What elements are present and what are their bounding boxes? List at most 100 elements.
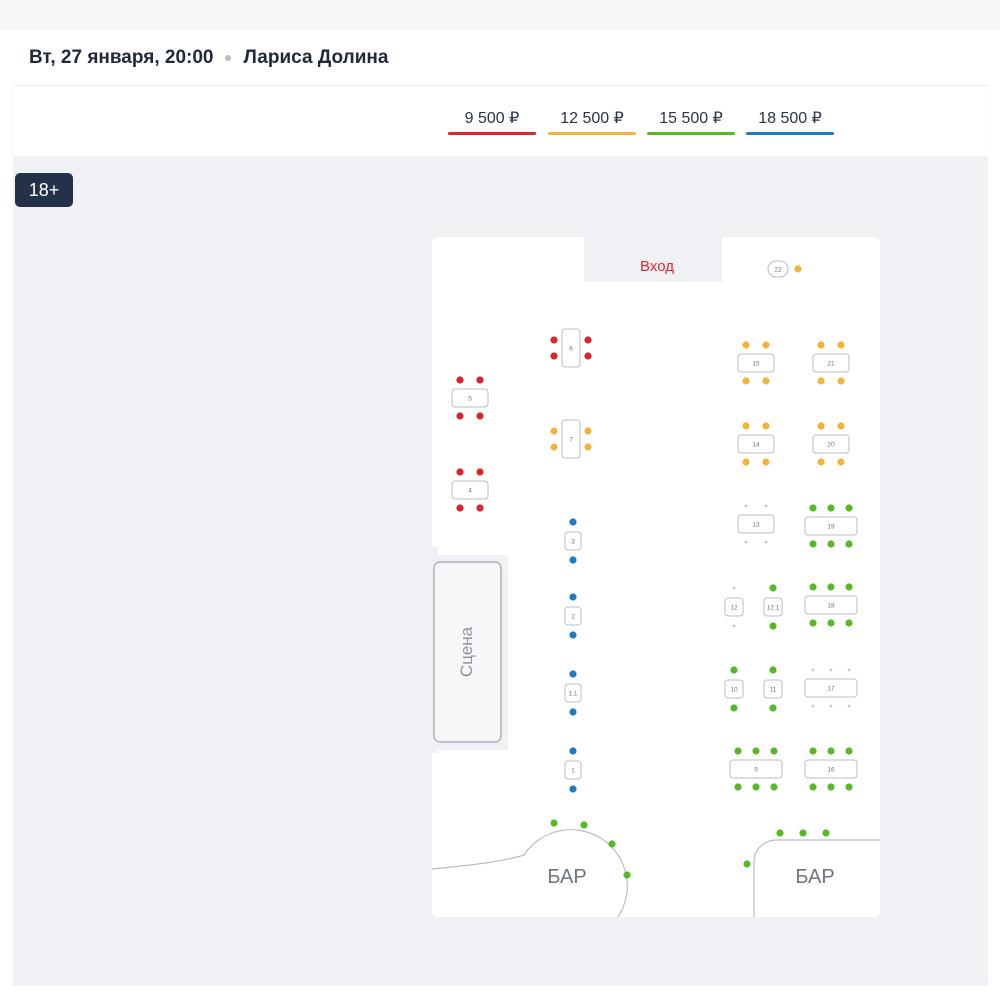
seat[interactable]	[837, 422, 845, 430]
table-9[interactable]: 9	[729, 747, 783, 791]
seat[interactable]	[569, 747, 577, 755]
seat[interactable]	[817, 377, 825, 385]
seat[interactable]	[809, 747, 817, 755]
seat[interactable]	[845, 540, 853, 548]
seat[interactable]	[827, 540, 835, 548]
table-16[interactable]: 16	[804, 747, 858, 791]
bar-seat[interactable]	[550, 819, 558, 827]
seat[interactable]	[569, 670, 577, 678]
seat[interactable]	[845, 747, 853, 755]
seat[interactable]	[827, 583, 835, 591]
seat[interactable]	[476, 376, 484, 384]
price-filter-18500[interactable]: 18 500 ₽	[746, 108, 834, 135]
seat[interactable]	[734, 747, 742, 755]
bar-seat[interactable]	[799, 829, 807, 837]
seat[interactable]	[476, 468, 484, 476]
event-date: Вт, 27 января, 20:00	[29, 46, 214, 68]
bar-seat[interactable]	[776, 829, 784, 837]
entrance-label: Вход	[640, 258, 674, 275]
seat[interactable]	[762, 377, 770, 385]
seat[interactable]	[794, 265, 802, 273]
seat[interactable]	[752, 747, 760, 755]
seat[interactable]	[827, 504, 835, 512]
seat[interactable]	[569, 556, 577, 564]
seat[interactable]	[550, 427, 558, 435]
bar-right-label: БАР	[795, 866, 835, 888]
seat[interactable]	[817, 341, 825, 349]
bar-seat[interactable]	[608, 840, 616, 848]
seat[interactable]	[770, 783, 778, 791]
seat[interactable]	[550, 352, 558, 360]
seat[interactable]	[769, 666, 777, 674]
event-artist: Лариса Долина	[243, 46, 389, 68]
seat[interactable]	[769, 584, 777, 592]
seat[interactable]	[569, 593, 577, 601]
seat[interactable]	[809, 504, 817, 512]
seat[interactable]	[837, 458, 845, 466]
seat[interactable]	[569, 785, 577, 793]
seat[interactable]	[845, 783, 853, 791]
seat[interactable]	[730, 666, 738, 674]
seat[interactable]	[456, 468, 464, 476]
seat[interactable]	[762, 422, 770, 430]
seat[interactable]	[827, 747, 835, 755]
seat[interactable]	[584, 427, 592, 435]
seat[interactable]	[837, 377, 845, 385]
seat[interactable]	[845, 504, 853, 512]
seat[interactable]	[476, 504, 484, 512]
seat[interactable]	[809, 540, 817, 548]
seat[interactable]	[827, 619, 835, 627]
seat[interactable]	[584, 352, 592, 360]
seat[interactable]	[730, 704, 738, 712]
seat[interactable]	[569, 518, 577, 526]
bar-seat[interactable]	[580, 821, 588, 829]
seat[interactable]	[809, 619, 817, 627]
separator-dot	[225, 54, 232, 61]
seat[interactable]	[762, 458, 770, 466]
bar-seat[interactable]	[743, 860, 751, 868]
seat[interactable]	[817, 458, 825, 466]
seat[interactable]	[837, 341, 845, 349]
seat[interactable]	[845, 583, 853, 591]
seat[interactable]	[742, 458, 750, 466]
seat[interactable]	[456, 412, 464, 420]
seat[interactable]	[770, 747, 778, 755]
price-filter-12500[interactable]: 12 500 ₽	[548, 108, 636, 135]
table-number: 17	[827, 686, 835, 693]
price-filter-9500[interactable]: 9 500 ₽	[448, 108, 536, 135]
table-number: 15	[752, 361, 760, 368]
seat[interactable]	[456, 376, 464, 384]
seat[interactable]	[569, 708, 577, 716]
price-filter-15500[interactable]: 15 500 ₽	[647, 108, 735, 135]
seat[interactable]	[550, 336, 558, 344]
seat[interactable]	[550, 443, 558, 451]
table-number: 20	[827, 442, 835, 449]
seat[interactable]	[809, 783, 817, 791]
seat	[732, 586, 736, 590]
seat[interactable]	[752, 783, 760, 791]
seat[interactable]	[827, 783, 835, 791]
bar-seat[interactable]	[623, 871, 631, 879]
bar-seat[interactable]	[822, 829, 830, 837]
table-18[interactable]: 18	[804, 583, 858, 627]
seat[interactable]	[584, 336, 592, 344]
seat[interactable]	[742, 422, 750, 430]
seat[interactable]	[742, 341, 750, 349]
table-number: 2	[571, 614, 575, 621]
seat[interactable]	[742, 377, 750, 385]
table-19[interactable]: 19	[804, 504, 858, 548]
seat[interactable]	[809, 583, 817, 591]
seat[interactable]	[845, 619, 853, 627]
seat[interactable]	[769, 704, 777, 712]
table-number: 12.1	[767, 605, 780, 612]
seat[interactable]	[456, 504, 464, 512]
seat[interactable]	[569, 631, 577, 639]
seat[interactable]	[476, 412, 484, 420]
seat[interactable]	[762, 341, 770, 349]
event-header: Вт, 27 января, 20:00 Лариса Долина	[13, 30, 988, 86]
table-number: 1	[571, 768, 575, 775]
seat[interactable]	[817, 422, 825, 430]
seat[interactable]	[584, 443, 592, 451]
seat[interactable]	[734, 783, 742, 791]
seat[interactable]	[769, 622, 777, 630]
